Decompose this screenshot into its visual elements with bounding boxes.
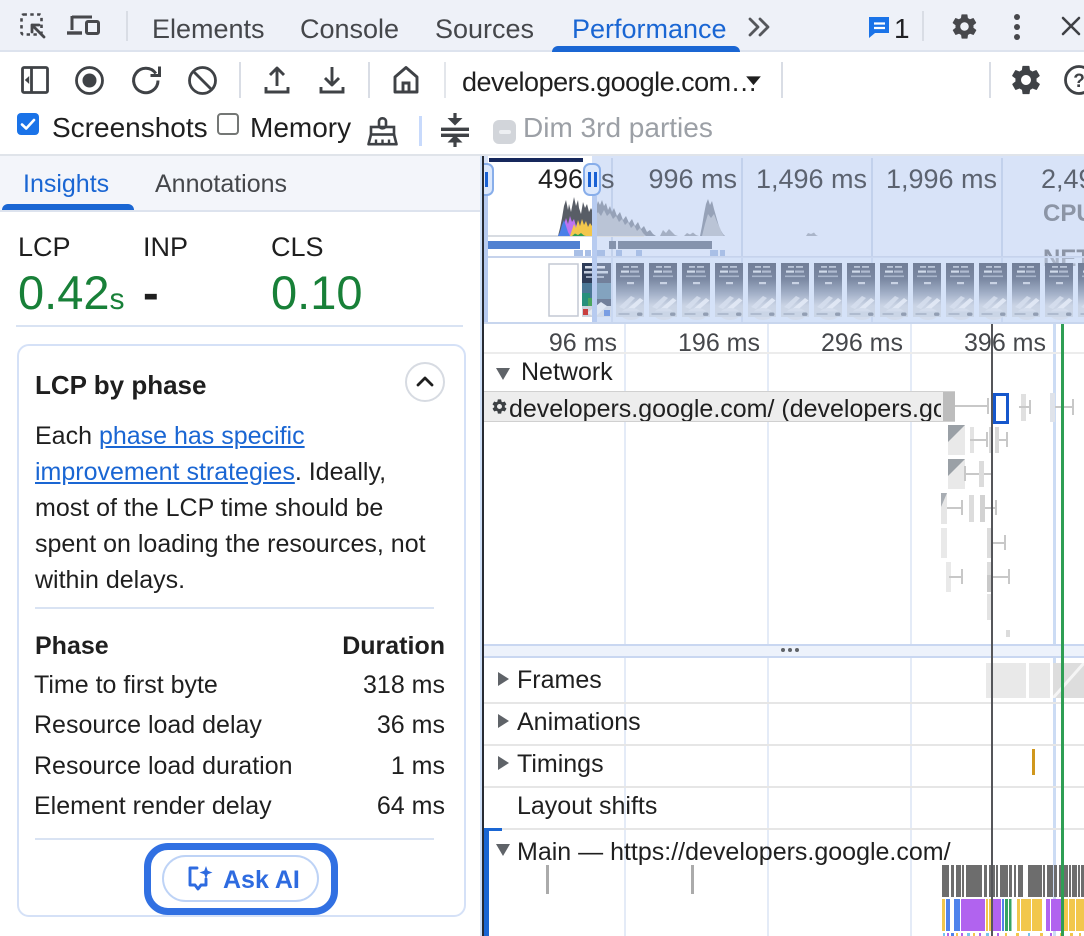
svg-text:?: ? [1073, 71, 1084, 92]
